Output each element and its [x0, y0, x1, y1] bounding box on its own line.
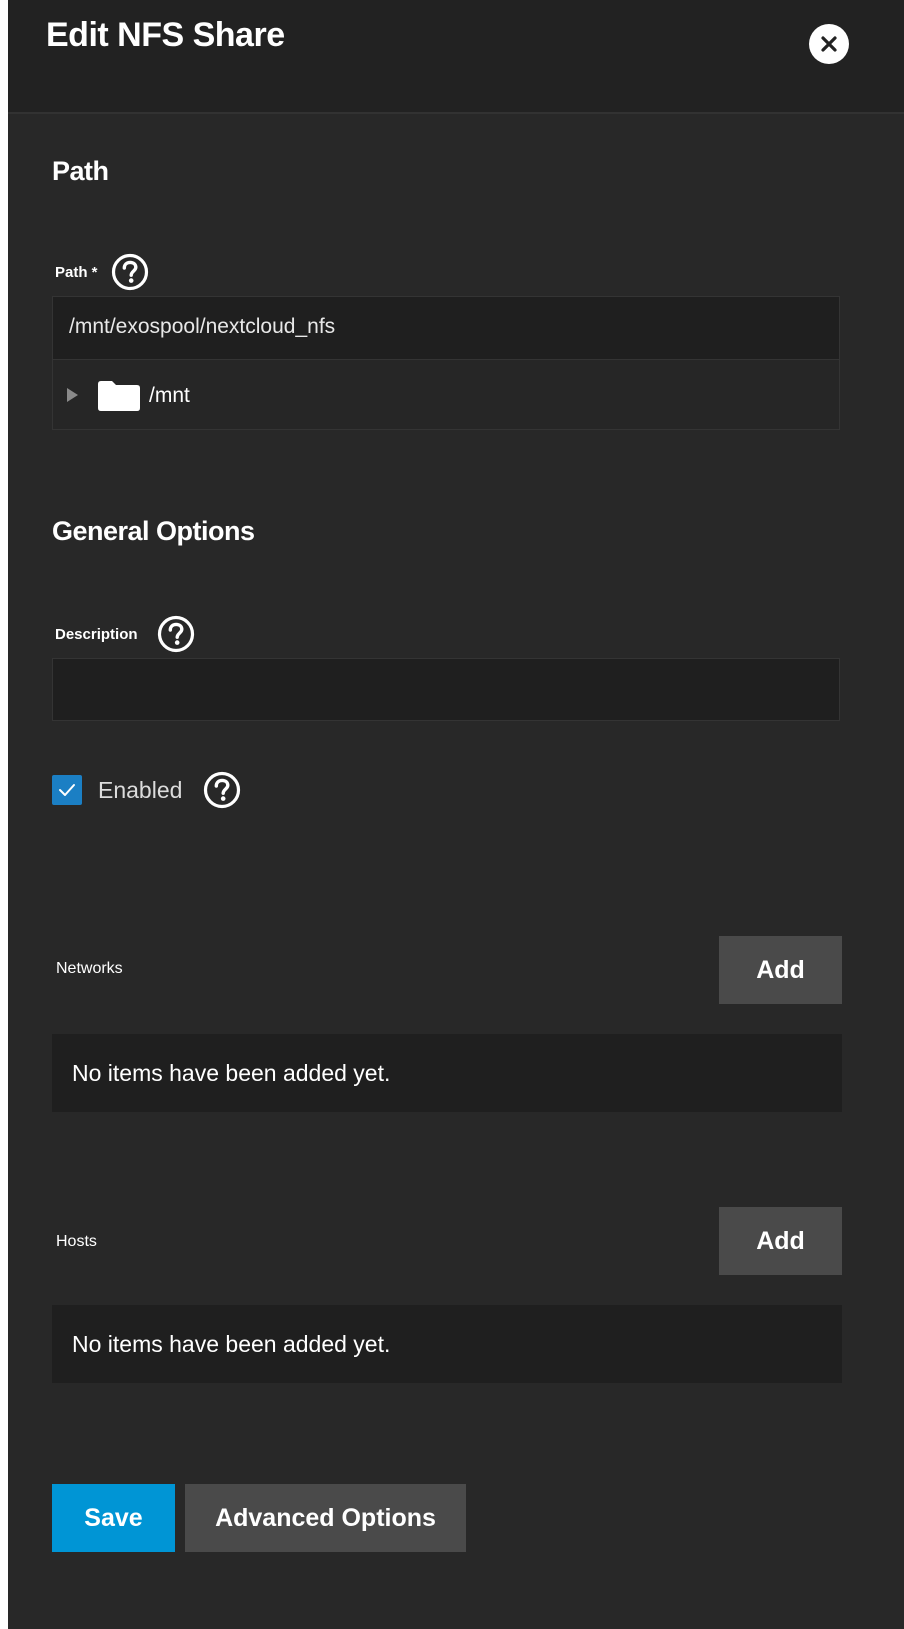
description-field-label: Description — [55, 614, 196, 654]
path-label-text: Path * — [55, 263, 98, 281]
networks-empty-list: No items have been added yet. — [52, 1034, 842, 1112]
close-button[interactable] — [809, 24, 849, 64]
path-input-value: /mnt/exospool/nextcloud_nfs — [69, 315, 336, 338]
networks-empty-text: No items have been added yet. — [72, 1060, 391, 1086]
enabled-checkbox[interactable] — [52, 775, 82, 805]
folder-icon — [98, 381, 140, 411]
panel-title: Edit NFS Share — [46, 16, 285, 54]
help-icon[interactable] — [156, 614, 196, 654]
close-icon — [821, 36, 837, 52]
path-tree: /mnt — [52, 360, 840, 430]
panel-header: Edit NFS Share — [8, 0, 904, 114]
help-icon[interactable] — [202, 770, 242, 810]
enabled-label-text[interactable]: Enabled — [98, 777, 182, 804]
hosts-empty-text: No items have been added yet. — [72, 1331, 391, 1357]
general-options-title: General Options — [52, 516, 255, 546]
networks-label: Networks — [56, 960, 123, 977]
path-field-label: Path * — [55, 252, 150, 292]
description-input[interactable] — [52, 658, 840, 721]
add-host-button[interactable]: Add — [719, 1207, 842, 1275]
add-network-button[interactable]: Add — [719, 936, 842, 1004]
save-button[interactable]: Save — [52, 1484, 175, 1552]
hosts-label: Hosts — [56, 1233, 97, 1250]
hosts-empty-list: No items have been added yet. — [52, 1305, 842, 1383]
check-icon — [59, 784, 75, 796]
path-section-title: Path — [52, 156, 109, 186]
triangle-right-icon[interactable] — [67, 388, 78, 402]
help-icon[interactable] — [110, 252, 150, 292]
description-label-text: Description — [55, 625, 138, 643]
advanced-options-button[interactable]: Advanced Options — [185, 1484, 466, 1552]
enabled-label: Enabled — [98, 770, 242, 810]
tree-node-mnt[interactable]: /mnt — [149, 384, 190, 408]
path-input[interactable]: /mnt/exospool/nextcloud_nfs — [52, 296, 840, 360]
edit-nfs-share-panel: Edit NFS Share Path Path * /mnt/exospool… — [8, 0, 904, 1629]
